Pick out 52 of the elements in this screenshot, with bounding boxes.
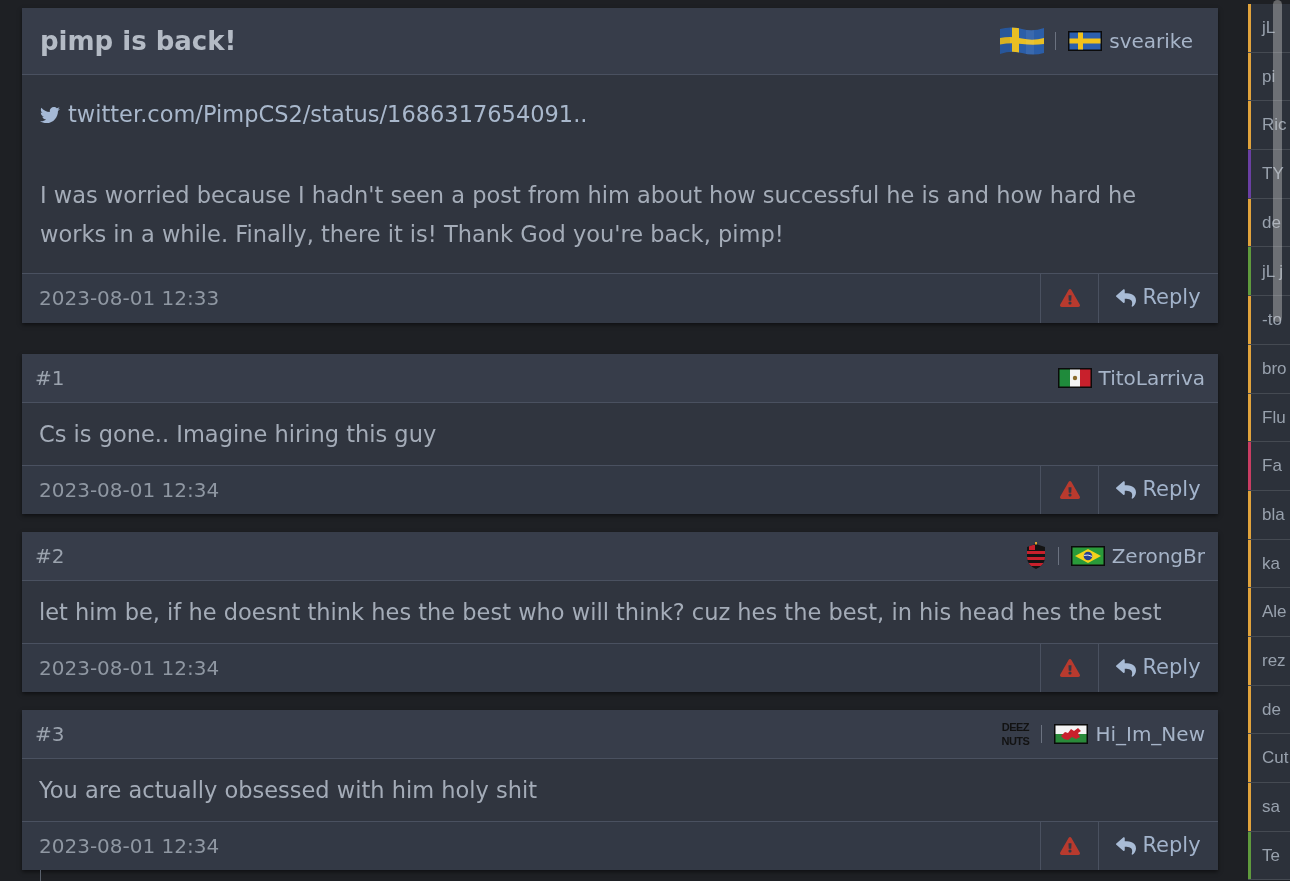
- comment-text: Cs is gone.. Imagine hiring this guy: [39, 419, 438, 449]
- brazil-flag-icon: [1070, 545, 1105, 566]
- reply-arrow-icon: [1116, 479, 1137, 500]
- username-link[interactable]: Hi_Im_New: [1095, 718, 1205, 749]
- comment-number: #2: [35, 542, 65, 570]
- username-link[interactable]: svearike: [1109, 26, 1193, 56]
- username-link[interactable]: TitoLarriva: [1098, 362, 1205, 393]
- sidebar-item[interactable]: Fa: [1248, 442, 1290, 491]
- sidebar-item[interactable]: ka: [1248, 539, 1290, 589]
- logo-text: DEEZ NUTS: [1000, 719, 1031, 748]
- reply-arrow-icon: [1116, 288, 1137, 308]
- tweet-link[interactable]: twitter.com/PimpCS2/status/1686317654091..: [40, 95, 588, 134]
- reply-button[interactable]: Reply: [1098, 821, 1218, 870]
- sidebar-item[interactable]: Cut: [1248, 734, 1290, 783]
- post-time: 2023-08-01 12:34: [39, 832, 220, 860]
- sidebar-item[interactable]: de: [1248, 685, 1290, 735]
- comment-number: #1: [35, 364, 65, 392]
- sweden-flag-icon: [1068, 31, 1103, 51]
- post-time: 2023-08-01 12:34: [39, 654, 220, 682]
- username-link[interactable]: ZerongBr: [1111, 540, 1205, 571]
- bird-icon: [40, 104, 60, 125]
- sidebar-item[interactable]: -to: [1248, 296, 1290, 345]
- sweden-flag-icon: [1000, 26, 1045, 56]
- sidebar-item[interactable]: sa: [1248, 783, 1290, 832]
- warning-icon: [1059, 657, 1080, 678]
- reply-button[interactable]: Reply: [1098, 273, 1218, 323]
- sidebar-item[interactable]: Te: [1248, 831, 1290, 881]
- comment-text: let him be, if he doesnt think hes the best who will think? cuz hes the best, in his head hes the best: [39, 597, 1163, 627]
- post-time: 2023-08-01 12:34: [39, 476, 220, 504]
- reply-arrow-icon: [1116, 657, 1137, 678]
- warning-icon: [1059, 288, 1080, 308]
- comment-text: You are actually obsessed with him holy shit: [39, 775, 539, 805]
- sidebar-item[interactable]: bla: [1248, 490, 1290, 540]
- reply-button[interactable]: Reply: [1098, 643, 1218, 692]
- reply-button[interactable]: Reply: [1098, 465, 1218, 514]
- comment-number: #3: [35, 720, 65, 748]
- sidebar-item[interactable]: bro: [1248, 344, 1290, 394]
- wales-flag-icon: [1054, 723, 1089, 744]
- warning-icon: [1059, 479, 1080, 500]
- sidebar-item[interactable]: Ale: [1248, 588, 1290, 637]
- mexico-flag-icon: [1057, 367, 1092, 388]
- sidebar-item[interactable]: pi: [1248, 52, 1290, 102]
- sidebar-item[interactable]: rez: [1248, 636, 1290, 686]
- post-title: pimp is back!: [40, 24, 237, 58]
- post-time: 2023-08-01 12:33: [39, 285, 220, 312]
- sidebar-item[interactable]: de: [1248, 198, 1290, 248]
- reply-arrow-icon: [1116, 835, 1137, 856]
- warning-icon: [1059, 835, 1080, 856]
- post-body-text: I was worried because I hadn't seen a post from him about how successful he is and how hard he works in a while. Finally, there it is! Thank God you're back, pimp!: [40, 180, 1138, 249]
- sidebar-item[interactable]: jL j: [1248, 247, 1290, 297]
- sidebar-item[interactable]: jL: [1248, 4, 1290, 53]
- sidebar-item[interactable]: Flu: [1248, 393, 1290, 443]
